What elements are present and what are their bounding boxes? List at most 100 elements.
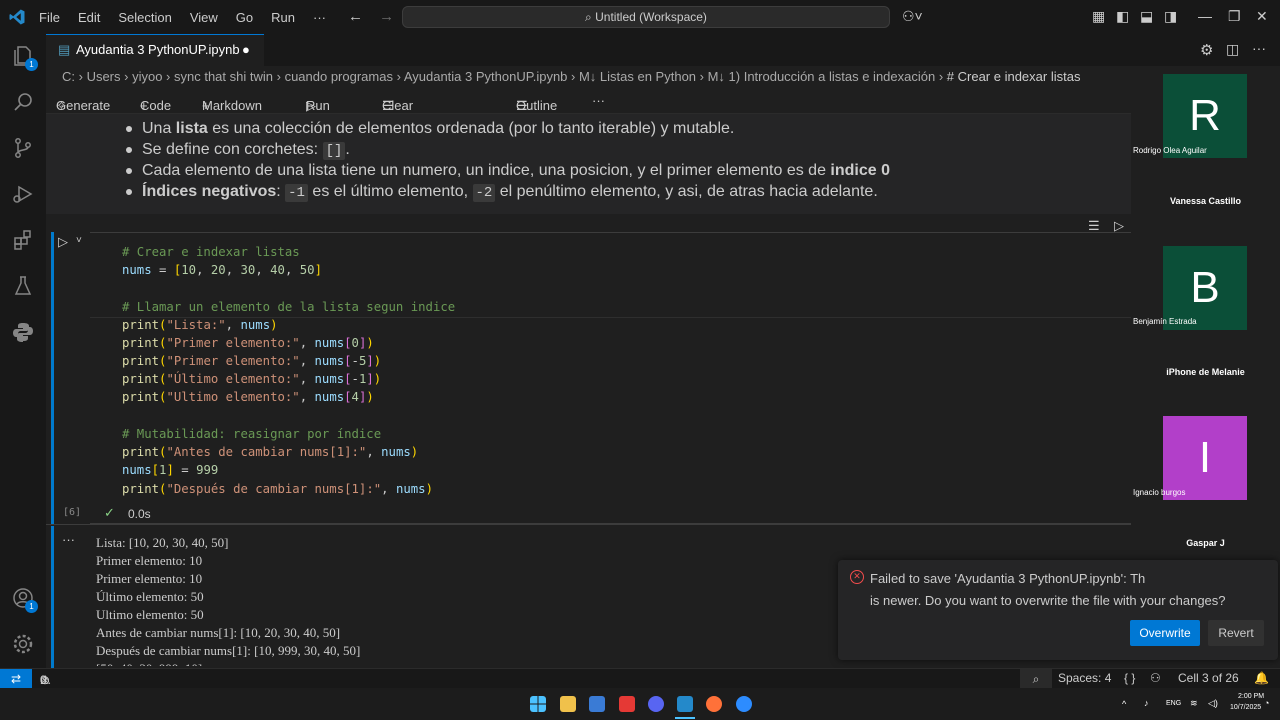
output-line: Último elemento: 50 (96, 589, 204, 604)
code-line-14[interactable]: print("Después de cambiar nums[1]:", num… (122, 482, 433, 496)
code-line-7[interactable]: print("Primer elemento:", nums[-5]) (122, 354, 381, 368)
crumb-folder2[interactable]: cuando programas (285, 69, 393, 84)
braces-icon[interactable]: { } (1124, 671, 1135, 685)
forward-arrow-icon[interactable]: → (379, 8, 394, 25)
run-cell-icon[interactable]: ▷ (58, 234, 68, 250)
participant-name: Benjamín Estrada (1133, 317, 1197, 326)
search-icon: ⌕ (585, 10, 596, 24)
restore-icon[interactable]: ❐ (1228, 8, 1241, 25)
search-label: Untitled (Workspace) (595, 10, 707, 24)
toggle-secondary-sidebar-icon[interactable]: ◨ (1164, 8, 1177, 25)
toggle-sidebar-icon[interactable]: ◧ (1116, 8, 1129, 25)
crumb-user[interactable]: yiyoo (132, 69, 162, 84)
output-line: Después de cambiar nums[1]: [10, 999, 30… (96, 643, 361, 658)
menu-selection[interactable]: Selection (109, 10, 180, 25)
code-line-13[interactable]: nums[1] = 999 (122, 463, 218, 477)
code-line-11[interactable]: # Mutabilidad: reasignar por índice (122, 427, 381, 441)
pdf-reader-icon[interactable] (619, 696, 635, 712)
vscode-taskbar-icon[interactable] (677, 696, 693, 712)
menu-file[interactable]: File (30, 10, 69, 25)
crumb-section2[interactable]: M↓ 1) Introducción a listas e indexación (708, 69, 936, 84)
notebook-settings-gear-icon[interactable]: ⚙ (1200, 41, 1213, 59)
revert-button[interactable]: Revert (1208, 620, 1264, 646)
output-more-icon[interactable]: ··· (62, 532, 75, 547)
clock-date[interactable]: 10/7/2025 (1230, 704, 1261, 711)
menu-more[interactable]: ··· (304, 10, 335, 25)
back-arrow-icon[interactable]: ← (348, 8, 363, 25)
manage-gear-icon[interactable] (11, 632, 35, 656)
code-line-12[interactable]: print("Antes de cambiar nums[1]:", nums) (122, 445, 418, 459)
crumb-cell[interactable]: # Crear e indexar listas (947, 69, 1081, 84)
code-line-8[interactable]: print("Último elemento:", nums[-1]) (122, 372, 381, 386)
output-line: [50, 40, 30, 999, 10] (96, 660, 360, 666)
markdown-line-3: Cada elemento de una lista tiene un nume… (126, 162, 890, 180)
menu-go[interactable]: Go (227, 10, 262, 25)
toggle-panel-icon[interactable]: ⬓ (1140, 8, 1153, 25)
copilot-icon[interactable]: ⚇˅ (902, 8, 923, 25)
menu-run[interactable]: Run (262, 10, 304, 25)
toolbar-more-button[interactable]: ··· (592, 93, 605, 108)
cell-position-status[interactable]: Cell 3 of 26 (1178, 671, 1239, 685)
remote-indicator-icon[interactable]: ⇄ (0, 669, 32, 689)
crumb-users[interactable]: Users (87, 69, 121, 84)
notification-message-line2: is newer. Do you want to overwrite the f… (870, 593, 1226, 608)
crumb-file[interactable]: Ayudantia 3 PythonUP.ipynb (404, 69, 568, 84)
participant-name: iPhone de Melanie (1166, 367, 1245, 377)
output-focus-indicator (51, 526, 54, 668)
cell-chevron-down-icon[interactable]: ˅ (76, 235, 82, 246)
overwrite-button[interactable]: Overwrite (1130, 620, 1200, 646)
menu-edit[interactable]: Edit (69, 10, 109, 25)
code-line-6[interactable]: print("Primer elemento:", nums[0]) (122, 336, 374, 350)
code-line-2[interactable]: nums = [10, 20, 30, 40, 50] (122, 263, 322, 277)
testing-flask-icon[interactable] (11, 274, 35, 298)
output-line: Antes de cambiar nums[1]: [10, 20, 30, 4… (96, 625, 341, 640)
vscode-logo-icon (9, 9, 25, 25)
crumb-drive[interactable]: C: (62, 69, 75, 84)
notebook-file-icon: ▤ (58, 42, 71, 57)
tray-chevron-up-icon[interactable]: ^ (1122, 699, 1126, 709)
more-actions-icon[interactable]: ··· (1252, 40, 1266, 56)
windows-start-icon[interactable] (530, 696, 546, 712)
tab-ayudantia-notebook[interactable]: ▤ Ayudantia 3 PythonUP.ipynb ● (46, 34, 264, 66)
crumb-folder1[interactable]: sync that shi twin (174, 69, 273, 84)
zoom-icon[interactable] (736, 696, 752, 712)
indentation-status[interactable]: Spaces: 4 (1058, 671, 1111, 685)
command-center-search[interactable]: ⌕ Untitled (Workspace) (402, 6, 890, 28)
clock-time[interactable]: 2:00 PM (1238, 693, 1264, 700)
extensions-icon[interactable] (11, 228, 35, 252)
search-icon[interactable] (11, 90, 35, 114)
notification-center-icon[interactable]: ◔ (1264, 698, 1269, 708)
split-editor-icon[interactable]: ◫ (1226, 41, 1239, 58)
title-bar: File Edit Selection View Go Run ··· ← → … (0, 0, 1280, 34)
cell-divider (46, 524, 1131, 525)
wifi-icon[interactable]: ≋ (1190, 698, 1198, 709)
code-line-4[interactable]: # Llamar un elemento de la lista segun i… (122, 300, 455, 314)
customize-layout-icon[interactable]: ▦ (1092, 8, 1105, 25)
crumb-section1[interactable]: M↓ Listas en Python (579, 69, 696, 84)
menu-view[interactable]: View (181, 10, 227, 25)
firefox-icon[interactable] (706, 696, 722, 712)
code-line-5[interactable]: print("Lista:", nums) (122, 318, 278, 332)
notifications-bell-icon[interactable]: 🔔 (1254, 671, 1269, 685)
success-check-icon: ✓ (104, 505, 115, 520)
tray-mic-icon[interactable]: ♪ (1144, 698, 1149, 708)
code-line-1[interactable]: # Crear e indexar listas (122, 245, 300, 259)
copilot-status-icon[interactable]: ⚇ (1150, 671, 1161, 685)
close-icon[interactable]: ✕ (1256, 8, 1268, 25)
run-debug-icon[interactable] (11, 182, 35, 206)
visual-studio-icon[interactable] (589, 696, 605, 712)
participant-name: Vanessa Castillo (1169, 196, 1242, 206)
explorer-badge: 1 (25, 58, 38, 71)
code-line-9[interactable]: print("Ultimo elemento:", nums[4]) (122, 390, 374, 404)
discord-icon[interactable] (648, 696, 664, 712)
minimize-icon[interactable]: — (1198, 8, 1212, 24)
file-explorer-icon[interactable] (560, 696, 576, 712)
python-icon[interactable] (11, 320, 35, 344)
language-indicator[interactable]: ENG (1166, 700, 1181, 707)
notebook-toolbar: ✧ Generate + Code + Markdown ▷ Run All ☰… (46, 88, 1136, 143)
source-control-icon[interactable] (11, 136, 35, 160)
accounts-badge: 1 (25, 600, 38, 613)
unsaved-dot-icon[interactable]: ● (242, 35, 250, 65)
volume-icon[interactable]: ◁) (1208, 698, 1218, 709)
zoom-search-icon[interactable]: ⌕ (1020, 669, 1052, 689)
